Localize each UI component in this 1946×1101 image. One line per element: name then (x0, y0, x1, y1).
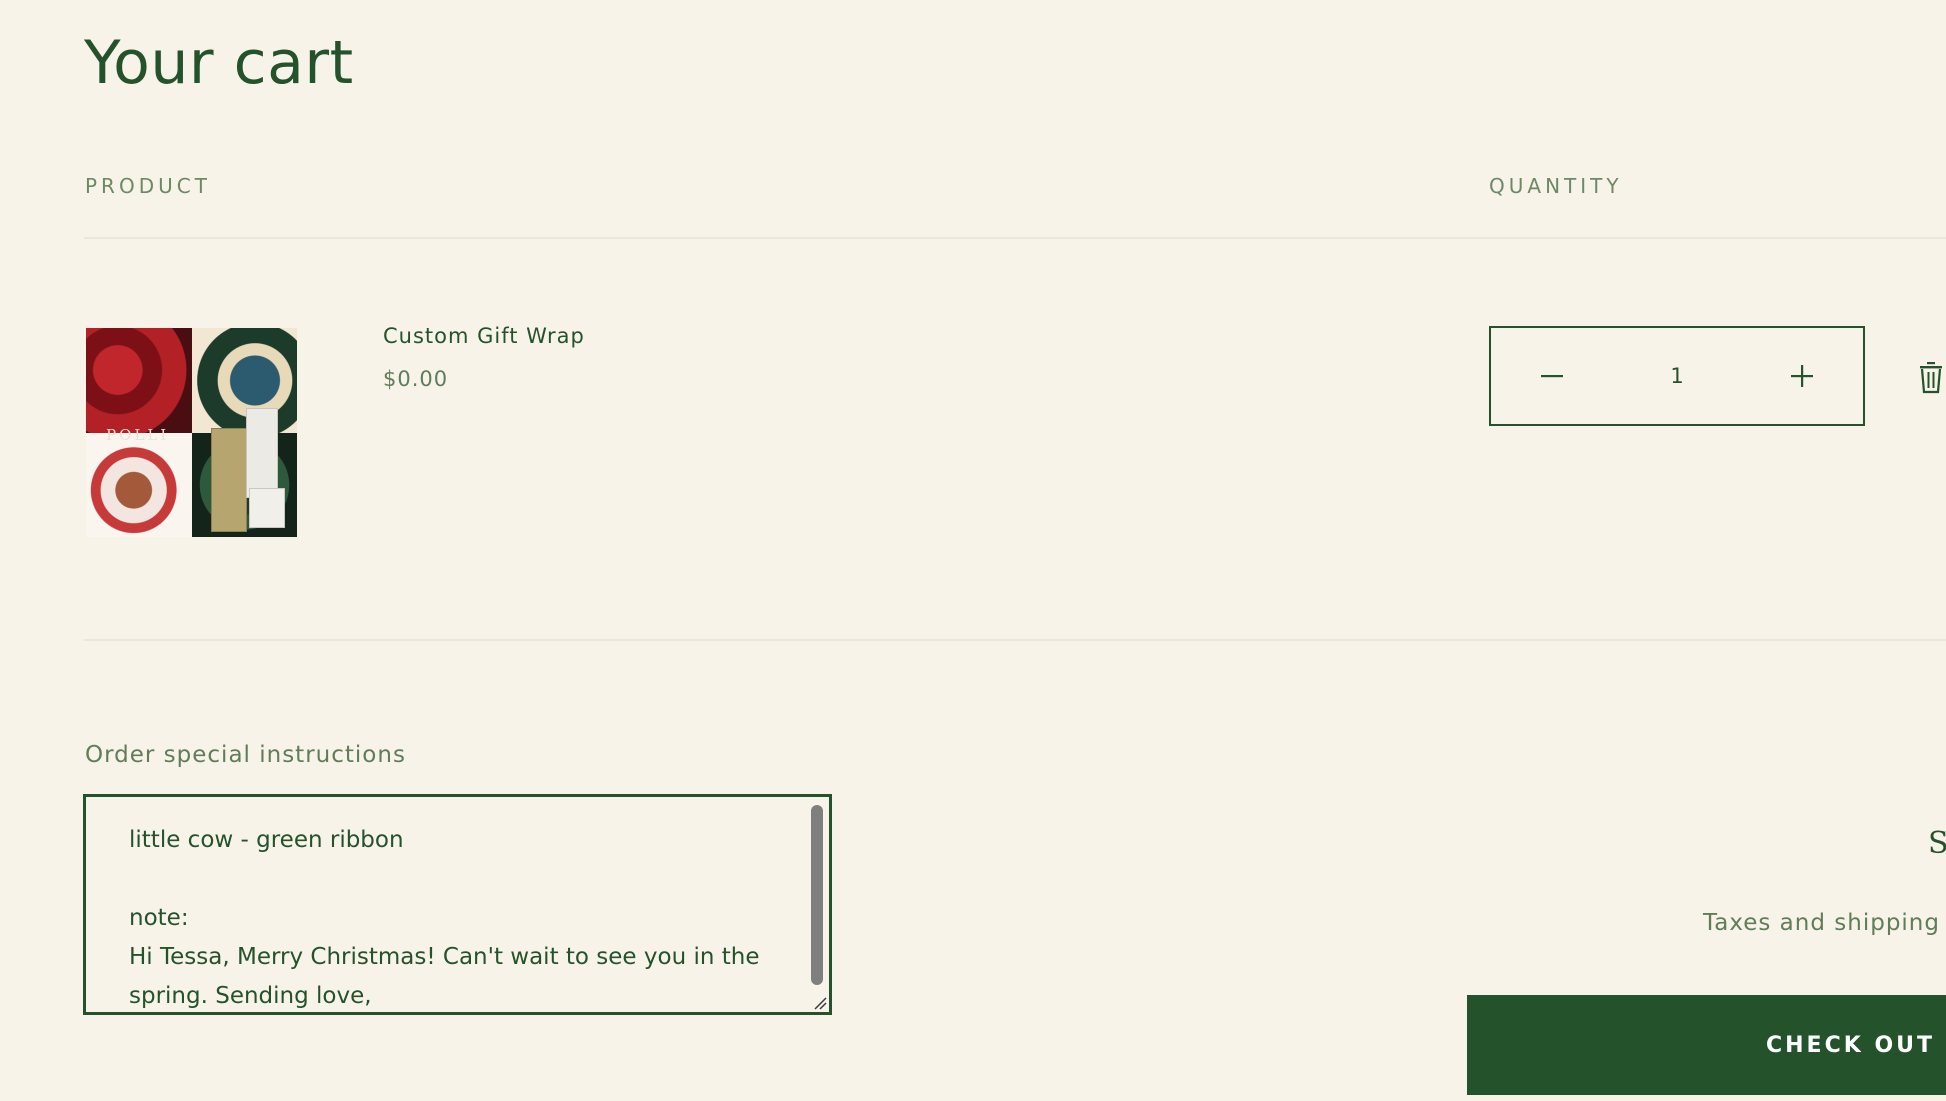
page-title: Your cart (84, 28, 354, 98)
order-instructions-field[interactable]: little cow - green ribbon note: Hi Tessa… (83, 794, 832, 1015)
divider-top (84, 237, 1946, 239)
minus-icon (1541, 375, 1563, 378)
product-price: $0.00 (383, 367, 449, 391)
trash-icon (1920, 362, 1942, 394)
product-image[interactable]: POLLI (86, 328, 297, 537)
product-image-brand: POLLI (106, 426, 170, 444)
resize-handle-icon[interactable] (813, 996, 827, 1010)
quantity-stepper: 1 (1489, 326, 1865, 426)
decrease-quantity-button[interactable] (1491, 328, 1613, 424)
quantity-input[interactable]: 1 (1613, 364, 1741, 388)
divider-bottom (84, 639, 1946, 641)
remove-item-button[interactable] (1916, 360, 1946, 394)
checkout-button[interactable]: CHECK OUT (1467, 995, 1946, 1095)
increase-quantity-button[interactable] (1741, 328, 1863, 424)
column-header-product: PRODUCT (85, 174, 211, 198)
order-instructions-textarea[interactable]: little cow - green ribbon note: Hi Tessa… (86, 797, 829, 1012)
column-header-quantity: QUANTITY (1489, 174, 1623, 198)
order-instructions-label: Order special instructions (85, 742, 406, 768)
product-name-link[interactable]: Custom Gift Wrap (383, 324, 585, 348)
subtotal-label: Su (1928, 826, 1946, 861)
plus-icon (1791, 365, 1813, 387)
cart-page: Your cart PRODUCT QUANTITY POLLI Custom … (0, 0, 1946, 1101)
textarea-scrollbar[interactable] (811, 805, 823, 985)
taxes-shipping-note: Taxes and shipping c (1703, 910, 1946, 936)
